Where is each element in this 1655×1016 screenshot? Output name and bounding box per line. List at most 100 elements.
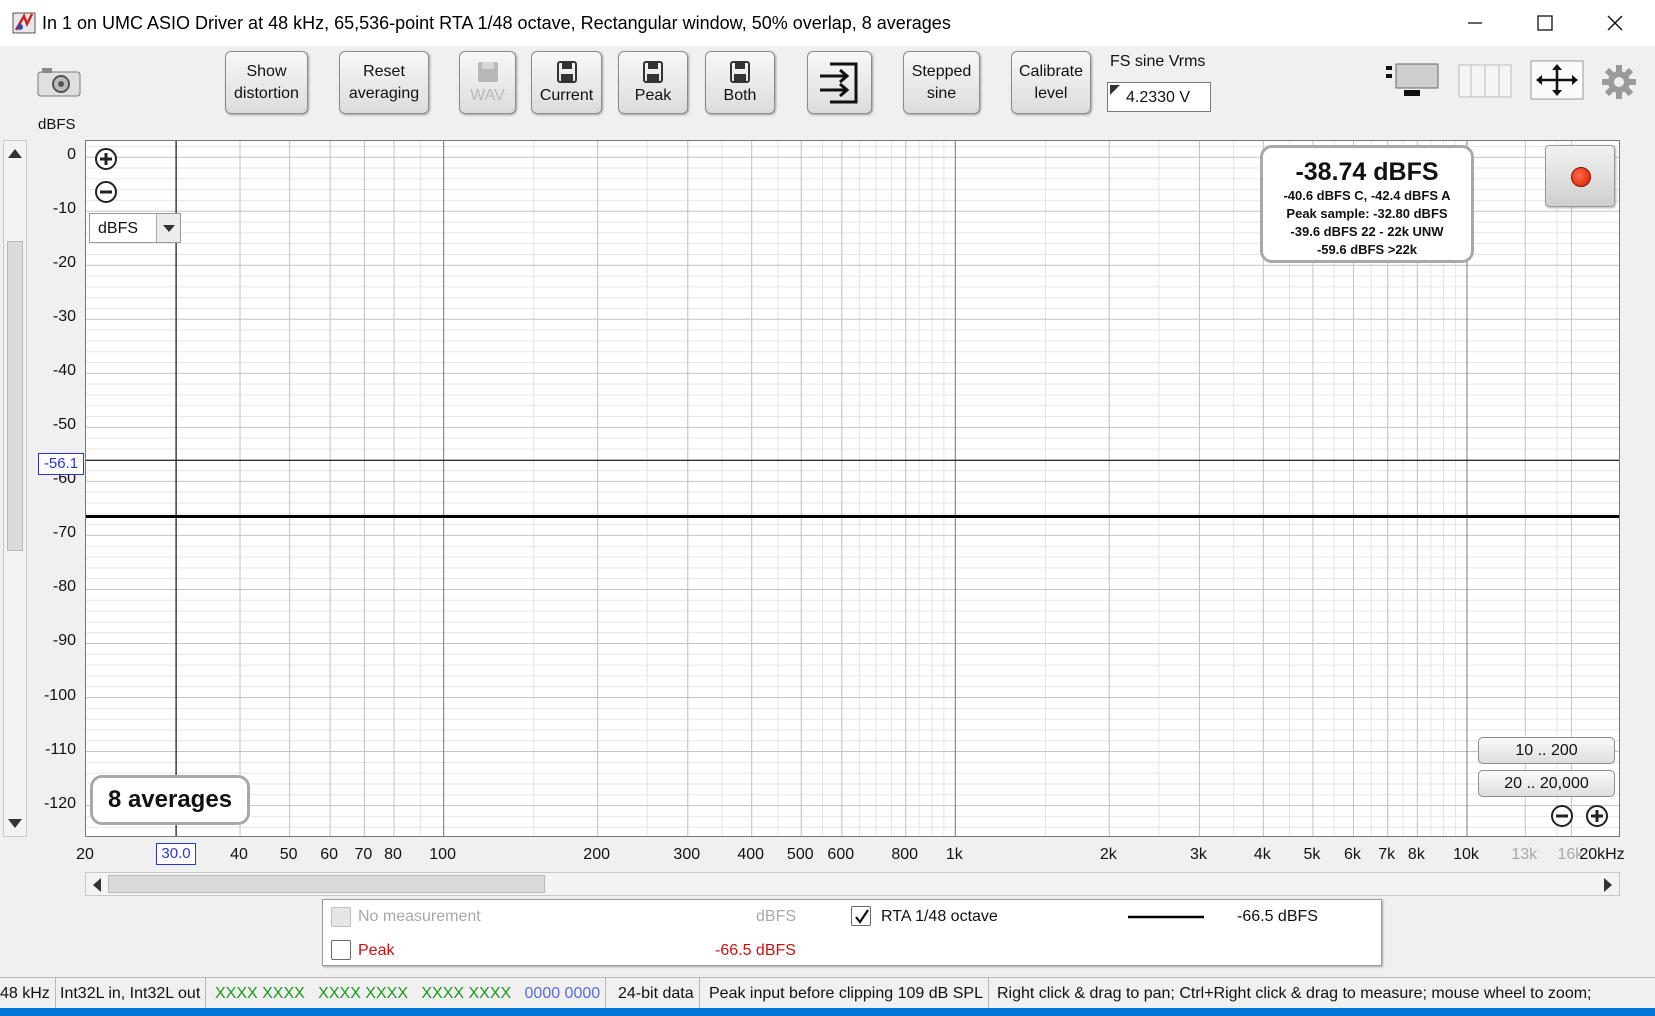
x-tick-label: 20kHz: [1579, 846, 1625, 863]
x-tick-label: 8k: [1407, 846, 1425, 863]
status-format: Int32L in, Int32L out: [55, 978, 207, 1010]
layout-panel-icon[interactable]: [1384, 60, 1442, 100]
x-tick-label: 500: [786, 846, 814, 863]
horizontal-scroll-thumb[interactable]: [108, 875, 545, 893]
minimize-button[interactable]: [1440, 0, 1510, 46]
status-bit-depth: 24-bit data: [613, 978, 700, 1010]
scroll-down-icon[interactable]: [8, 819, 22, 828]
x-tick-label: 20: [76, 846, 94, 863]
peak-checkbox[interactable]: [331, 940, 351, 960]
input-select-button[interactable]: [807, 51, 872, 114]
y-axis-unit: dBFS: [38, 116, 76, 133]
x-tick-label: 60: [320, 846, 339, 863]
rta-checkbox[interactable]: [851, 906, 871, 926]
pan-arrows-icon[interactable]: [1530, 60, 1584, 100]
level-line-2: Peak sample: -32.80 dBFS: [1286, 206, 1448, 221]
legend-panel: No measurement dBFS Peak -66.5 dBFS RTA …: [322, 899, 1382, 966]
rta-value: -66.5 dBFS: [1237, 908, 1318, 925]
status-peak-input: Peak input before clipping 109 dB SPL: [704, 978, 989, 1010]
y-tick-label: -110: [45, 740, 76, 758]
vertical-scroll-thumb[interactable]: [7, 241, 23, 551]
y-tick-label: -20: [52, 254, 76, 272]
horizontal-scrollbar[interactable]: [85, 872, 1620, 896]
x-tick-label: 3k: [1189, 846, 1207, 863]
range-10-200-button[interactable]: 10 .. 200: [1478, 737, 1615, 764]
checkmark-icon: [855, 909, 869, 924]
y-tick-label: -50: [52, 416, 76, 434]
chevron-down-icon[interactable]: [156, 214, 180, 242]
x-tick-label: 70: [354, 846, 373, 863]
columns-view-icon[interactable]: [1457, 63, 1513, 99]
save-disk-icon: [477, 61, 498, 82]
save-wav-button[interactable]: WAV: [459, 51, 516, 114]
vertical-scrollbar[interactable]: [3, 140, 27, 837]
x-tick-label: 10k: [1453, 846, 1479, 863]
no-measurement-label: No measurement: [358, 908, 481, 925]
level-main-value: -38.74 dBFS: [1295, 158, 1439, 186]
x-tick-label: 300: [673, 846, 701, 863]
level-line-1: -40.6 dBFS C, -42.4 dBFS A: [1283, 188, 1451, 203]
reset-averaging-button[interactable]: Reset averaging: [339, 51, 429, 114]
minimize-icon: [1468, 22, 1482, 24]
x-tick-label: 6k: [1344, 846, 1361, 863]
save-both-button[interactable]: Both: [705, 51, 775, 114]
save-disk-icon: [643, 60, 663, 83]
level-line-4: -59.6 dBFS >22k: [1316, 242, 1418, 257]
record-button[interactable]: [1545, 145, 1615, 207]
zoom-out-icon[interactable]: [94, 180, 118, 204]
status-bar: 48 kHz Int32L in, Int32L out XXXX XXXX X…: [0, 977, 1655, 1010]
y-tick-label: 0: [67, 146, 76, 164]
scroll-up-icon[interactable]: [8, 149, 22, 158]
zoom-in-icon[interactable]: [94, 147, 118, 171]
no-measurement-checkbox[interactable]: [331, 907, 351, 927]
averages-badge: 8 averages: [90, 775, 250, 825]
title-bar: In 1 on UMC ASIO Driver at 48 kHz, 65,53…: [0, 0, 1655, 46]
input-arrow-icon: [819, 62, 857, 103]
taskbar-strip: [0, 1008, 1655, 1016]
stepped-sine-button[interactable]: Stepped sine: [903, 51, 980, 114]
x-zoom-in-icon[interactable]: [1585, 804, 1609, 828]
cursor-y-readout: -56.1: [38, 453, 84, 475]
y-tick-label: -10: [52, 200, 76, 218]
record-icon: [1571, 167, 1591, 187]
x-tick-label: 50: [279, 846, 298, 863]
maximize-icon: [1537, 15, 1553, 31]
x-tick-label: 800: [891, 846, 919, 863]
x-tick-label: 7k: [1378, 846, 1396, 863]
status-hint: Right click & drag to pan; Ctrl+Right cl…: [997, 985, 1592, 1002]
show-distortion-button[interactable]: Show distortion: [225, 51, 308, 114]
x-tick-label: 1k: [945, 846, 963, 863]
save-disk-icon: [556, 60, 577, 83]
no-measurement-unit: dBFS: [756, 908, 797, 925]
y-tick-label: -90: [52, 632, 76, 650]
window-title: In 1 on UMC ASIO Driver at 48 kHz, 65,53…: [42, 13, 951, 33]
y-tick-label: -40: [52, 362, 76, 380]
x-tick-label: 80: [384, 846, 402, 863]
save-current-button[interactable]: Current: [531, 51, 602, 114]
camera-icon[interactable]: [36, 66, 82, 98]
cursor-x-readout: 30.0: [156, 843, 196, 865]
range-20-20000-button[interactable]: 20 .. 20,000: [1478, 770, 1615, 797]
x-tick-label: 40: [230, 846, 248, 863]
scroll-right-icon[interactable]: [1604, 878, 1612, 892]
x-tick-label: 200: [583, 846, 611, 863]
x-tick-label: 400: [737, 846, 765, 863]
scroll-left-icon[interactable]: [93, 878, 101, 892]
calibrate-level-button[interactable]: Calibrate level: [1011, 51, 1091, 114]
fs-sine-input[interactable]: 4.2330 V: [1107, 82, 1211, 112]
level-meter: -38.74 dBFS -40.6 dBFS C, -42.4 dBFS A P…: [1260, 145, 1474, 263]
y-tick-label: -30: [52, 308, 76, 326]
maximize-button[interactable]: [1510, 0, 1580, 46]
save-peak-button[interactable]: Peak: [618, 51, 688, 114]
status-bit-activity: XXXX XXXX XXXX XXXX XXXX XXXX 0000 0000: [210, 978, 607, 1010]
y-tick-label: -80: [52, 578, 76, 596]
y-tick-label: -120: [43, 794, 76, 812]
status-sample-rate: 48 kHz: [0, 978, 56, 1010]
gear-icon[interactable]: [1601, 64, 1637, 100]
input-corner-icon: [1110, 85, 1120, 95]
unit-select[interactable]: dBFS: [89, 213, 181, 243]
x-zoom-out-icon[interactable]: [1550, 804, 1574, 828]
close-button[interactable]: [1580, 0, 1650, 46]
rta-label: RTA 1/48 octave: [881, 908, 998, 925]
app-icon: [12, 12, 36, 34]
